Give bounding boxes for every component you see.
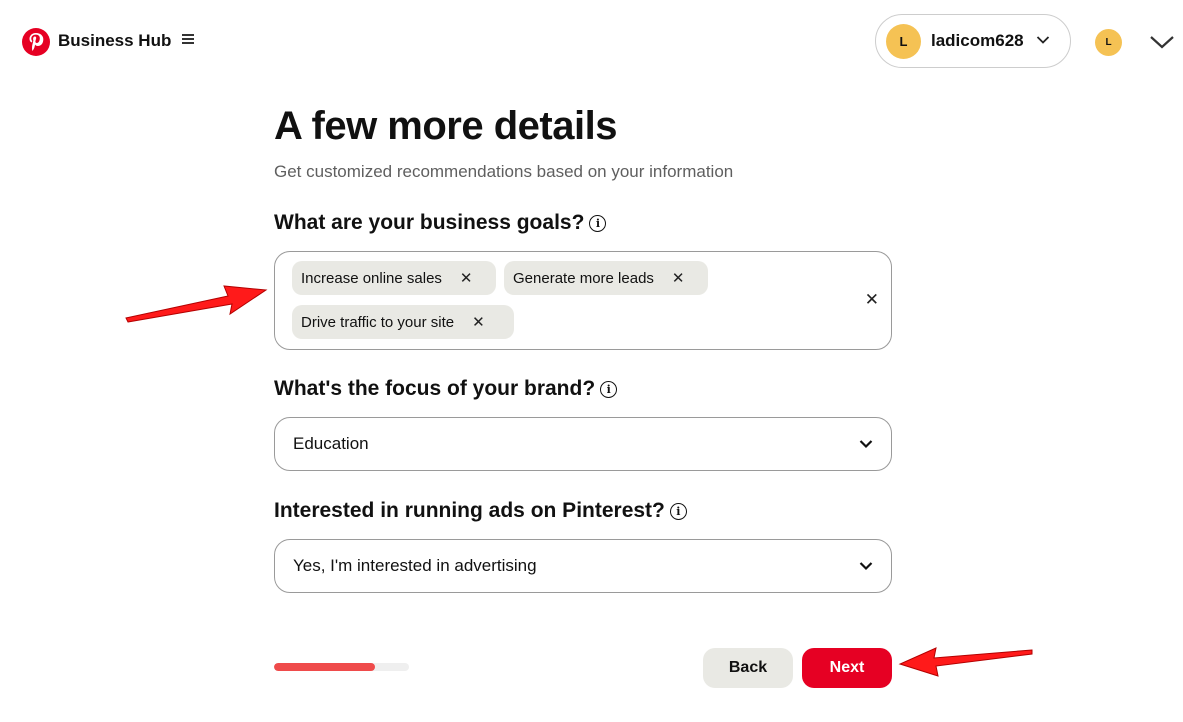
ads-interest-select[interactable]: Yes, I'm interested in advertising [274,539,892,593]
user-avatar[interactable]: L [1095,29,1122,56]
info-icon[interactable]: i [669,502,687,520]
goal-chip: Generate more leads ✕ [504,261,708,295]
close-icon[interactable]: ✕ [672,269,685,287]
business-goals-label: What are your business goals? [274,211,585,234]
goal-chip: Increase online sales ✕ [292,261,496,295]
annotation-arrow [898,647,1033,677]
progress-fill [274,663,376,671]
ads-interest-label: Interested in running ads on Pinterest? [274,499,665,522]
close-icon[interactable]: ✕ [460,269,473,287]
info-icon[interactable]: i [600,380,618,398]
business-goals-multiselect[interactable]: Increase online sales ✕ Generate more le… [274,251,892,350]
page-subtitle: Get customized recommendations based on … [274,162,734,181]
brand-focus-select[interactable]: Education [274,417,892,471]
clear-all-close-icon[interactable]: ✕ [865,290,879,310]
account-switcher[interactable]: L ladicom628 [875,14,1071,68]
brand-focus-value: Education [293,434,369,453]
account-avatar: L [886,23,921,59]
chevron-down-icon [859,556,873,576]
chevron-down-icon[interactable] [1149,34,1175,55]
goal-chip-label: Increase online sales [301,269,442,287]
close-icon[interactable]: ✕ [472,313,485,331]
brand-focus-question: What's the focus of your brand? i [274,377,618,401]
chevron-down-icon [1036,32,1050,50]
back-button[interactable]: Back [703,648,793,688]
annotation-arrow [125,285,268,323]
account-name: ladicom628 [931,31,1024,50]
page-title: A few more details [274,104,617,148]
pinterest-logo[interactable] [22,28,50,56]
goal-chip-label: Generate more leads [513,269,654,287]
business-goals-question: What are your business goals? i [274,211,607,235]
chevron-down-icon [859,434,873,454]
info-icon[interactable]: i [589,214,607,232]
menu-icon[interactable] [182,34,194,44]
goal-chip-label: Drive traffic to your site [301,313,455,331]
ads-interest-question: Interested in running ads on Pinterest? … [274,499,687,523]
ads-interest-value: Yes, I'm interested in advertising [293,556,537,575]
progress-bar [274,663,409,671]
next-button[interactable]: Next [802,648,892,688]
goal-chip: Drive traffic to your site ✕ [292,305,514,339]
brand-focus-label: What's the focus of your brand? [274,377,596,400]
brand-title: Business Hub [58,31,172,50]
